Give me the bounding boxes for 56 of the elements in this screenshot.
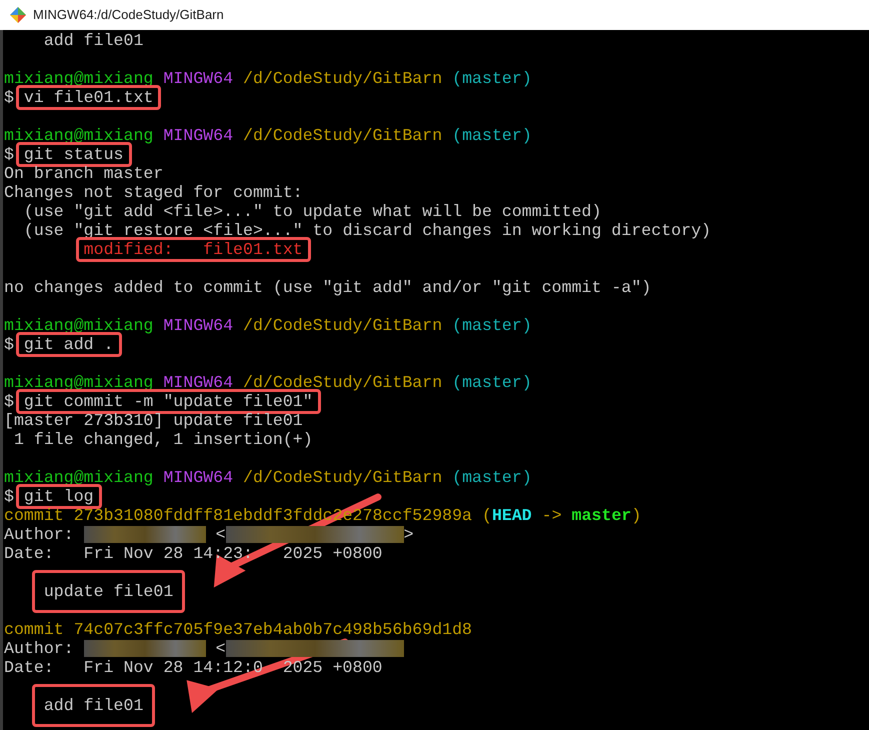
- prompt-symbol: $: [4, 335, 14, 354]
- email-bracket: <: [216, 525, 226, 544]
- terminal-text: 1 file changed, 1 insertion(+): [12, 430, 313, 449]
- app-diamond-icon: [10, 7, 26, 23]
- highlighted-command: git status: [16, 142, 132, 167]
- highlighted-command: vi file01.txt: [16, 85, 162, 110]
- head-ref: HEAD: [492, 506, 532, 525]
- highlighted-commit-message: update file01: [32, 570, 186, 613]
- date-text: 2025 +0800: [282, 658, 382, 677]
- prompt-path: /d/CodeStudy/GitBarn: [243, 468, 442, 487]
- date-text: 2025 +0800: [282, 544, 382, 563]
- highlighted-command: git commit -m "update file01": [16, 389, 321, 414]
- terminal-text: (use "git add <file>..." to update what will be committed): [22, 202, 602, 221]
- prompt-host: MINGW64: [163, 126, 234, 145]
- prompt-path: /d/CodeStudy/GitBarn: [243, 69, 442, 88]
- terminal-text: Changes not staged for commit:: [4, 183, 303, 202]
- window-title: MINGW64:/d/CodeStudy/GitBarn: [33, 6, 224, 24]
- prompt-user: mixiang@mixiang: [4, 126, 154, 145]
- prompt-host: MINGW64: [163, 468, 234, 487]
- terminal-text: add file01: [42, 31, 144, 50]
- terminal-text: [master 273b310] update file01: [4, 411, 303, 430]
- prompt-branch: (master): [452, 126, 532, 145]
- prompt-branch: (master): [452, 316, 532, 335]
- prompt-path: /d/CodeStudy/GitBarn: [243, 126, 442, 145]
- terminal-text: On branch master: [4, 164, 164, 183]
- highlighted-command: git add .: [16, 332, 122, 357]
- prompt-branch: (master): [452, 69, 532, 88]
- prompt-user: mixiang@mixiang: [4, 316, 154, 335]
- terminal-text: no changes added to commit (use "git add" and/or "git commit -a"): [4, 278, 652, 297]
- date-text: Date: Fri Nov 28 14:23:: [4, 544, 253, 563]
- prompt-branch: (master): [452, 373, 532, 392]
- prompt-symbol: $: [4, 487, 14, 506]
- prompt-branch: (master): [452, 468, 532, 487]
- prompt-path: /d/CodeStudy/GitBarn: [243, 316, 442, 335]
- highlighted-modified-file: modified: file01.txt: [76, 237, 311, 262]
- email-bracket: <: [216, 639, 226, 658]
- prompt-host: MINGW64: [163, 69, 234, 88]
- prompt-symbol: $: [4, 392, 14, 411]
- highlighted-commit-message: add file01: [32, 684, 156, 727]
- prompt-host: MINGW64: [163, 373, 234, 392]
- ref-bracket: ): [631, 506, 642, 525]
- email-bracket: >: [404, 525, 414, 544]
- highlighted-command: git log: [16, 484, 102, 509]
- ref-arrow: ->: [540, 506, 563, 525]
- prompt-symbol: $: [4, 88, 14, 107]
- prompt-user: mixiang@mixiang: [4, 373, 154, 392]
- commit-hash: commit 74c07c3ffc705f9e37eb4ab0b7c498b56b69d1d8: [4, 620, 472, 639]
- author-label: Author:: [4, 639, 74, 658]
- prompt-user: mixiang@mixiang: [4, 468, 154, 487]
- author-label: Author:: [4, 525, 74, 544]
- prompt-host: MINGW64: [163, 316, 234, 335]
- date-text: Date: Fri Nov 28 14:12:0: [4, 658, 263, 677]
- prompt-symbol: $: [4, 145, 14, 164]
- prompt-path: /d/CodeStudy/GitBarn: [243, 373, 442, 392]
- prompt-user: mixiang@mixiang: [4, 69, 154, 88]
- branch-ref: master: [572, 506, 632, 525]
